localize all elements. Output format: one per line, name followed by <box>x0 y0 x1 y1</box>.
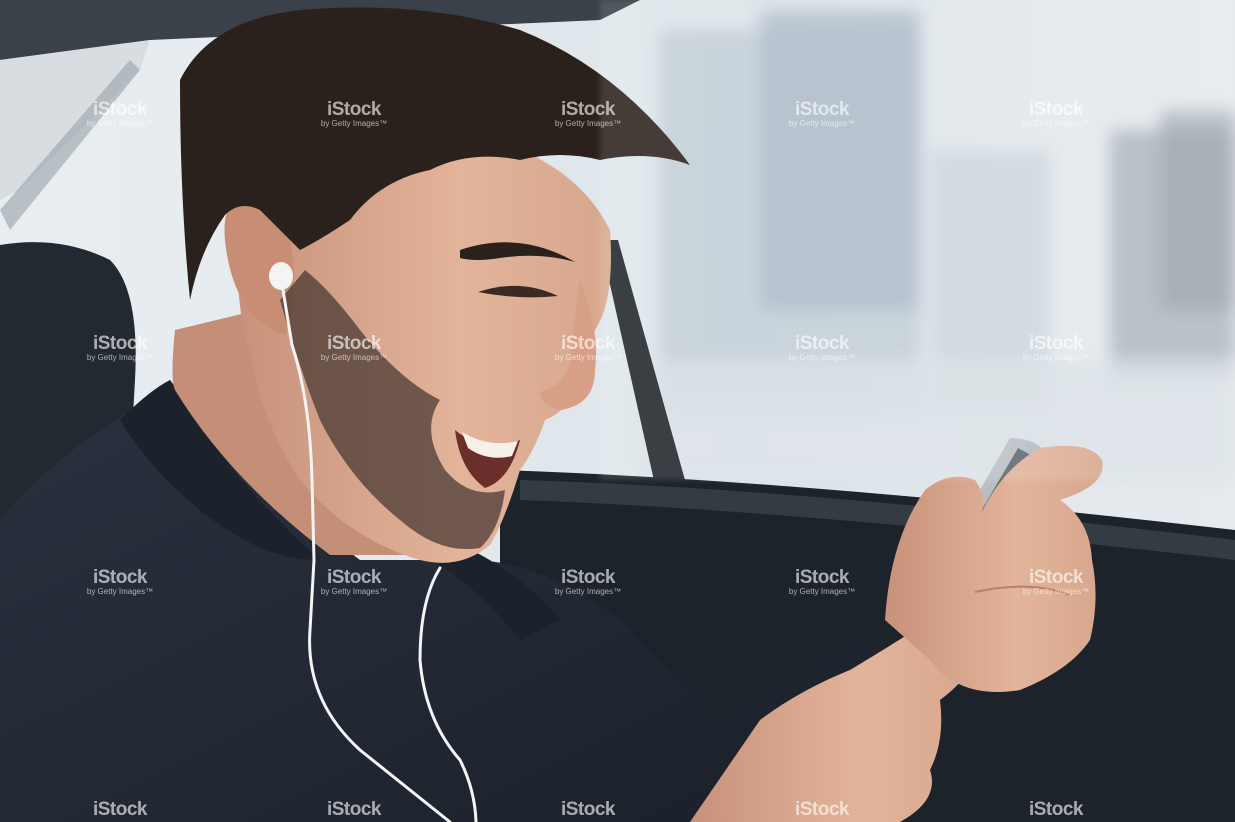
photo-scene: iStock by Getty Images™ iStock by Getty Im… <box>0 0 1235 822</box>
photo-illustration <box>0 0 1235 822</box>
